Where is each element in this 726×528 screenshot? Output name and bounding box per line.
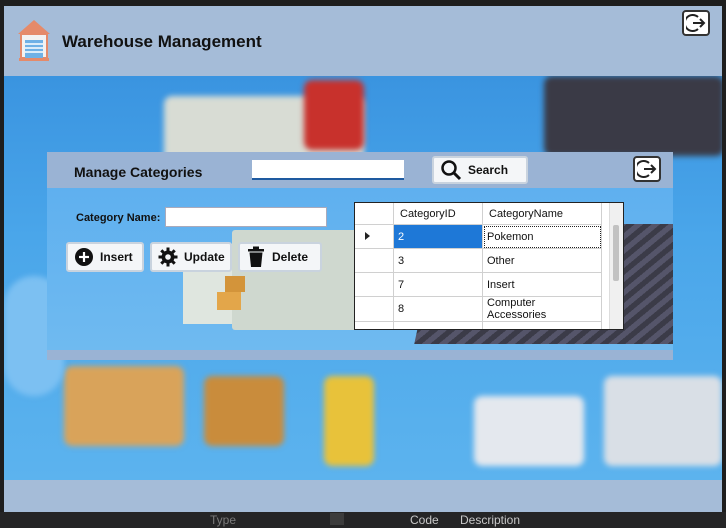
delete-button[interactable]: Delete bbox=[238, 242, 322, 272]
current-row-arrow-icon bbox=[365, 231, 370, 240]
row-header[interactable] bbox=[355, 321, 394, 329]
logout-icon bbox=[686, 14, 706, 32]
row-header[interactable] bbox=[355, 296, 394, 322]
ide-code-label: Code bbox=[410, 513, 439, 527]
app-title: Warehouse Management bbox=[62, 32, 262, 51]
panel-exit-button[interactable] bbox=[633, 156, 661, 182]
delete-button-label: Delete bbox=[272, 250, 309, 264]
warehouse-logo-icon bbox=[18, 20, 50, 61]
search-button[interactable]: Search bbox=[432, 156, 528, 184]
column-header-categoryid[interactable]: CategoryID bbox=[393, 203, 483, 225]
insert-button[interactable]: Insert bbox=[66, 242, 144, 272]
cell-categoryid[interactable]: 9 bbox=[393, 321, 483, 329]
table-row[interactable]: 9 Ph bbox=[355, 321, 602, 329]
row-header-corner[interactable] bbox=[355, 203, 394, 225]
cell-categoryid[interactable]: 8 bbox=[393, 296, 483, 322]
ide-type-label: Type bbox=[210, 513, 237, 527]
row-header[interactable] bbox=[355, 272, 394, 297]
panel-bottom-bar bbox=[47, 350, 673, 360]
blurred-roof-shape bbox=[544, 76, 722, 156]
blurred-boxes-shape bbox=[204, 376, 284, 446]
box-illustration bbox=[217, 292, 241, 310]
cell-categoryid[interactable]: 2 bbox=[393, 224, 483, 249]
column-header-categoryname[interactable]: CategoryName bbox=[482, 203, 602, 225]
search-button-label: Search bbox=[468, 163, 509, 177]
panel-title: Manage Categories bbox=[74, 164, 203, 180]
table-row[interactable]: 7 Insert bbox=[355, 272, 602, 297]
table-row[interactable]: 3 Other bbox=[355, 248, 602, 273]
categories-grid[interactable]: CategoryID CategoryName 2 Pokemon 3 Othe… bbox=[354, 202, 624, 330]
blurred-truck-cab-shape bbox=[304, 80, 364, 150]
add-circle-icon bbox=[75, 248, 93, 266]
categories-table: CategoryID CategoryName 2 Pokemon 3 Othe… bbox=[355, 203, 602, 329]
cell-categoryname[interactable]: Computer Accessories bbox=[482, 296, 602, 322]
table-row[interactable]: 8 Computer Accessories bbox=[355, 296, 602, 322]
grid-vertical-scrollbar[interactable] bbox=[609, 203, 623, 329]
category-name-input[interactable] bbox=[165, 207, 327, 227]
update-button-label: Update bbox=[184, 250, 225, 264]
ide-error-list-header: Type Code Description bbox=[0, 512, 726, 528]
sort-arrow-icon[interactable] bbox=[330, 513, 344, 525]
footer-bar bbox=[4, 480, 722, 512]
cell-categoryid[interactable]: 7 bbox=[393, 272, 483, 297]
trash-icon bbox=[248, 246, 264, 267]
cell-categoryname[interactable]: Insert bbox=[482, 272, 602, 297]
blurred-forklift-shape bbox=[324, 376, 374, 466]
exit-button[interactable] bbox=[682, 10, 710, 36]
category-name-label: Category Name: bbox=[76, 212, 161, 224]
box-illustration bbox=[225, 276, 245, 292]
grid-header-row: CategoryID CategoryName bbox=[355, 203, 602, 225]
table-row[interactable]: 2 Pokemon bbox=[355, 224, 602, 249]
logout-icon bbox=[637, 160, 657, 178]
blurred-boxes-shape bbox=[64, 366, 184, 446]
blurred-truck-shape bbox=[474, 396, 584, 466]
blurred-truck-shape bbox=[604, 376, 722, 466]
title-bar: Warehouse Management bbox=[4, 6, 722, 76]
panel-header: Manage Categories Search bbox=[47, 152, 673, 188]
insert-button-label: Insert bbox=[100, 250, 133, 264]
cell-categoryname[interactable]: Pokemon bbox=[482, 224, 602, 249]
cell-categoryname[interactable]: Ph bbox=[482, 321, 602, 329]
search-icon bbox=[441, 160, 462, 181]
ide-description-label: Description bbox=[460, 513, 521, 527]
manage-categories-panel: Manage Categories Search Category Name: bbox=[47, 152, 673, 360]
gear-icon bbox=[158, 247, 178, 267]
cell-categoryname[interactable]: Other bbox=[482, 248, 602, 273]
scrollbar-thumb[interactable] bbox=[613, 225, 619, 281]
cell-categoryid[interactable]: 3 bbox=[393, 248, 483, 273]
row-header[interactable] bbox=[355, 224, 394, 249]
update-button[interactable]: Update bbox=[150, 242, 232, 272]
search-input[interactable] bbox=[252, 160, 404, 180]
row-header[interactable] bbox=[355, 248, 394, 273]
